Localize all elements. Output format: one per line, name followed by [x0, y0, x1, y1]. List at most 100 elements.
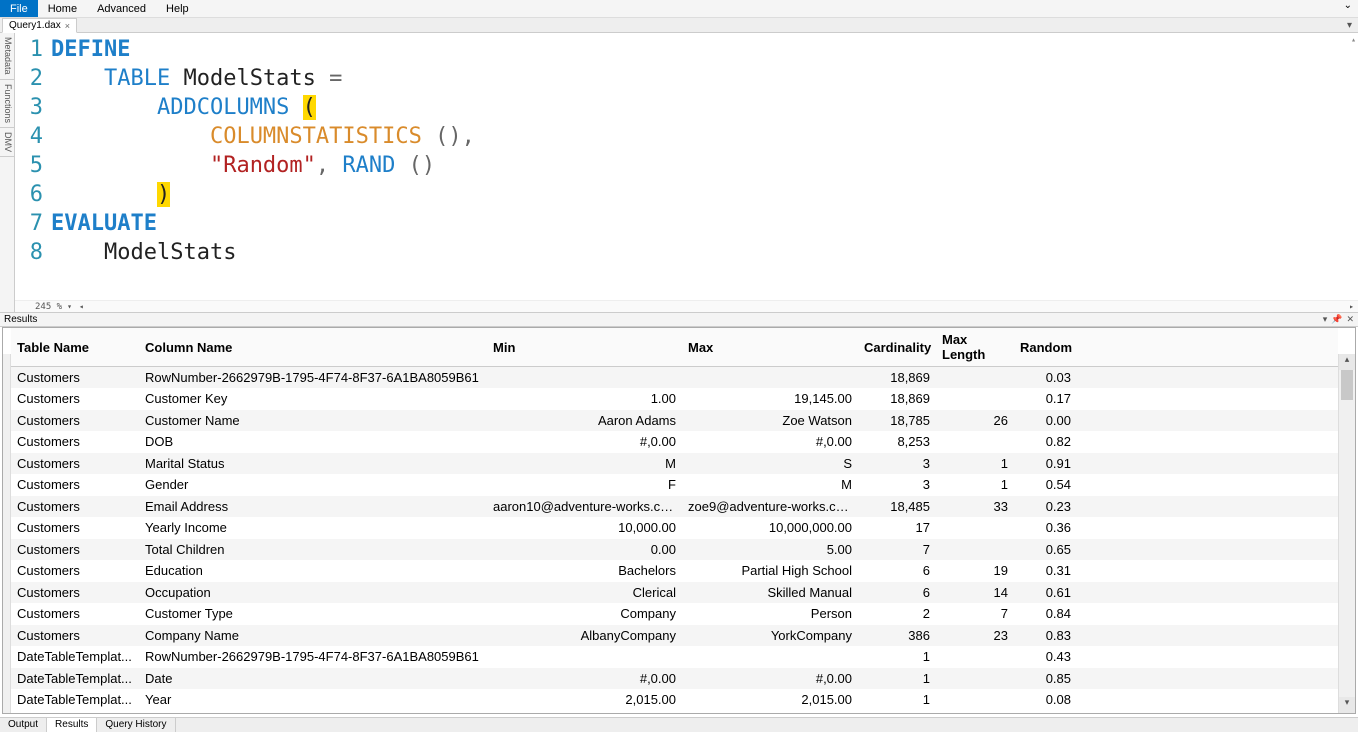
- cell-spacer: [1077, 453, 1338, 475]
- cell-random: 0.65: [1014, 539, 1077, 561]
- scroll-down-icon[interactable]: ▾: [1339, 697, 1355, 713]
- col-max-length[interactable]: Max Length: [936, 328, 1014, 367]
- sidetab-metadata[interactable]: Metadata: [0, 33, 14, 80]
- cell-min: F: [487, 474, 682, 496]
- col-table-name[interactable]: Table Name: [11, 328, 139, 367]
- menu-file[interactable]: File: [0, 0, 38, 17]
- code-editor[interactable]: ▴ 1DEFINE 2 TABLE ModelStats = 3 ADDCOLU…: [15, 33, 1358, 312]
- cell-cardinality: 386: [858, 625, 936, 647]
- cell-table: Customers: [11, 625, 139, 647]
- col-random[interactable]: Random: [1014, 328, 1077, 367]
- table-row[interactable]: CustomersEmail Addressaaron10@adventure-…: [11, 496, 1338, 518]
- cell-random: 0.54: [1014, 474, 1077, 496]
- bottomtab-results[interactable]: Results: [47, 718, 97, 732]
- table-row[interactable]: CustomersEducationBachelorsPartial High …: [11, 560, 1338, 582]
- cell-max: S: [682, 453, 858, 475]
- col-min[interactable]: Min: [487, 328, 682, 367]
- menu-overflow-icon[interactable]: ⌄: [1338, 0, 1358, 17]
- editor-scroll-up-icon[interactable]: ▴: [1351, 35, 1356, 44]
- zoom-dropdown-icon[interactable]: ▾: [64, 302, 75, 311]
- line-number: 4: [15, 124, 45, 149]
- cell-max: YorkCompany: [682, 625, 858, 647]
- cell-column: Occupation: [139, 582, 487, 604]
- table-row[interactable]: CustomersGenderFM310.54: [11, 474, 1338, 496]
- function-columnstatistics: COLUMNSTATISTICS: [210, 124, 422, 149]
- panel-dropdown-icon[interactable]: ▾: [1323, 314, 1328, 325]
- cell-maxlength: [936, 539, 1014, 561]
- punct: ,: [316, 153, 329, 178]
- cell-spacer: [1077, 689, 1338, 711]
- sidetab-functions[interactable]: Functions: [0, 80, 14, 128]
- cell-min: 0.00: [487, 539, 682, 561]
- cell-cardinality: 1: [858, 689, 936, 711]
- hscroll-left-icon[interactable]: ◂: [75, 302, 84, 311]
- cell-min: Bachelors: [487, 560, 682, 582]
- cell-spacer: [1077, 517, 1338, 539]
- pin-icon[interactable]: 📌: [1331, 314, 1342, 325]
- cell-maxlength: [936, 646, 1014, 668]
- cell-cardinality: 2: [858, 603, 936, 625]
- col-column-name[interactable]: Column Name: [139, 328, 487, 367]
- cell-column: Company Name: [139, 625, 487, 647]
- line-number: 8: [15, 240, 45, 265]
- table-row[interactable]: CustomersDOB#,0.00#,0.008,2530.82: [11, 431, 1338, 453]
- cell-table: Customers: [11, 431, 139, 453]
- cell-column: Marital Status: [139, 453, 487, 475]
- results-vscrollbar[interactable]: ▴ ▾: [1338, 354, 1355, 713]
- bottomtab-history[interactable]: Query History: [97, 718, 175, 732]
- table-row[interactable]: CustomersCustomer TypeCompanyPerson270.8…: [11, 603, 1338, 625]
- cell-min: Clerical: [487, 582, 682, 604]
- cell-random: 0.00: [1014, 410, 1077, 432]
- main-area: Metadata Functions DMV ▴ 1DEFINE 2 TABLE…: [0, 33, 1358, 313]
- cell-maxlength: [936, 388, 1014, 410]
- string-literal: "Random": [210, 153, 316, 178]
- cell-min: M: [487, 453, 682, 475]
- cell-spacer: [1077, 560, 1338, 582]
- cell-random: 0.85: [1014, 668, 1077, 690]
- document-tabbar: Query1.dax × ▾: [0, 18, 1358, 33]
- menu-advanced[interactable]: Advanced: [87, 0, 156, 17]
- results-table[interactable]: Table Name Column Name Min Max Cardinali…: [11, 328, 1338, 711]
- sidetab-dmv[interactable]: DMV: [0, 128, 14, 157]
- cell-spacer: [1077, 625, 1338, 647]
- col-cardinality[interactable]: Cardinality: [858, 328, 936, 367]
- scroll-thumb[interactable]: [1341, 370, 1353, 400]
- table-row[interactable]: CustomersCustomer NameAaron AdamsZoe Wat…: [11, 410, 1338, 432]
- cell-max: [682, 646, 858, 668]
- keyword-table: TABLE: [104, 66, 170, 91]
- cell-min: aaron10@adventure-works.com: [487, 496, 682, 518]
- close-icon[interactable]: ×: [65, 21, 70, 31]
- scroll-up-icon[interactable]: ▴: [1339, 354, 1355, 370]
- table-row[interactable]: CustomersYearly Income10,000.0010,000,00…: [11, 517, 1338, 539]
- table-row[interactable]: DateTableTemplat...Date#,0.00#,0.0010.85: [11, 668, 1338, 690]
- menu-home[interactable]: Home: [38, 0, 87, 17]
- table-row[interactable]: DateTableTemplat...RowNumber-2662979B-17…: [11, 646, 1338, 668]
- table-row[interactable]: CustomersCustomer Key1.0019,145.0018,869…: [11, 388, 1338, 410]
- table-row[interactable]: CustomersOccupationClericalSkilled Manua…: [11, 582, 1338, 604]
- cell-column: DOB: [139, 431, 487, 453]
- tab-query1[interactable]: Query1.dax ×: [2, 18, 77, 33]
- results-title: Results: [4, 314, 37, 325]
- cell-table: Customers: [11, 560, 139, 582]
- cell-table: Customers: [11, 388, 139, 410]
- bottomtab-output[interactable]: Output: [0, 718, 47, 732]
- table-row[interactable]: CustomersRowNumber-2662979B-1795-4F74-8F…: [11, 367, 1338, 389]
- cell-max: Skilled Manual: [682, 582, 858, 604]
- table-row[interactable]: CustomersCompany NameAlbanyCompanyYorkCo…: [11, 625, 1338, 647]
- zoom-level[interactable]: 245 %: [35, 302, 64, 312]
- col-max[interactable]: Max: [682, 328, 858, 367]
- tab-overflow-icon[interactable]: ▾: [1341, 20, 1358, 31]
- cell-cardinality: 18,785: [858, 410, 936, 432]
- cell-maxlength: 1: [936, 474, 1014, 496]
- cell-column: Yearly Income: [139, 517, 487, 539]
- close-panel-icon[interactable]: ✕: [1346, 314, 1354, 325]
- table-header-row: Table Name Column Name Min Max Cardinali…: [11, 328, 1338, 367]
- menu-help[interactable]: Help: [156, 0, 199, 17]
- table-row[interactable]: CustomersTotal Children0.005.0070.65: [11, 539, 1338, 561]
- table-row[interactable]: DateTableTemplat...Year2,015.002,015.001…: [11, 689, 1338, 711]
- cell-max: 19,145.00: [682, 388, 858, 410]
- hscroll-right-icon[interactable]: ▸: [1349, 302, 1358, 311]
- table-row[interactable]: CustomersMarital StatusMS310.91: [11, 453, 1338, 475]
- cell-cardinality: 18,485: [858, 496, 936, 518]
- bottom-tabs: Output Results Query History: [0, 717, 1358, 732]
